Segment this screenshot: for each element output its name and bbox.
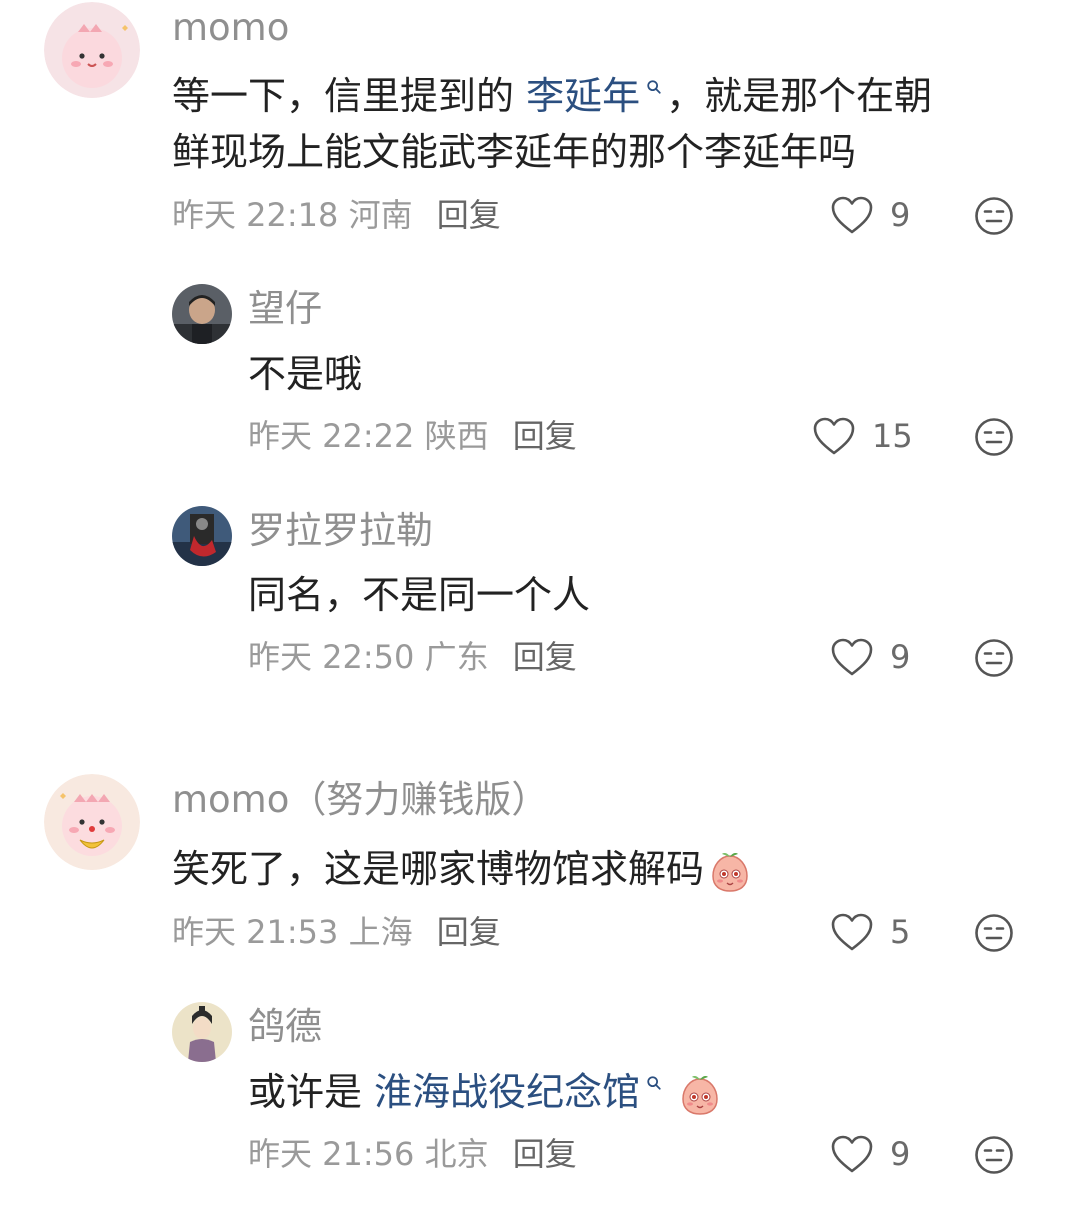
comment-author[interactable]: momo bbox=[172, 5, 289, 51]
reply-button[interactable]: 回复 bbox=[513, 1135, 577, 1173]
neutral-face-icon[interactable] bbox=[974, 196, 1014, 236]
like-count: 9 bbox=[890, 196, 911, 234]
comment-meta: 昨天 22:22 陕西 回复 bbox=[248, 416, 577, 456]
comment-meta: 昨天 22:50 广东 回复 bbox=[248, 637, 577, 677]
search-link[interactable]: 李延年 bbox=[526, 74, 640, 118]
comment-text-part: 笑死了，这是哪家博物馆求解码 bbox=[172, 847, 705, 891]
heart-outline-icon bbox=[812, 416, 856, 456]
reply-button[interactable]: 回复 bbox=[437, 196, 501, 234]
comment-text: 等一下，信里提到的 李延年 ，就是那个在朝 bbox=[172, 68, 932, 124]
comment-location: 广东 bbox=[424, 638, 489, 676]
like-button[interactable]: 9 bbox=[830, 637, 930, 677]
comment-location: 陕西 bbox=[424, 417, 489, 455]
heart-outline-icon bbox=[830, 195, 874, 235]
reply-button[interactable]: 回复 bbox=[437, 913, 501, 951]
like-button[interactable]: 9 bbox=[830, 195, 930, 235]
comment-author[interactable]: 罗拉罗拉勒 bbox=[248, 508, 433, 554]
like-button[interactable]: 9 bbox=[830, 1134, 930, 1174]
peach-emoji-icon bbox=[678, 1073, 722, 1117]
like-count: 9 bbox=[890, 1135, 911, 1173]
search-icon[interactable] bbox=[646, 79, 662, 95]
comment-location: 河南 bbox=[348, 196, 413, 234]
comment-text-part: ，就是那个在朝 bbox=[666, 74, 933, 118]
comment-author[interactable]: momo（努力赚钱版） bbox=[172, 777, 548, 823]
search-icon[interactable] bbox=[646, 1075, 662, 1091]
comment-text-line: 鲜现场上能文能武李延年的那个李延年吗 bbox=[172, 130, 857, 174]
comment-author[interactable]: 望仔 bbox=[248, 286, 322, 332]
avatar[interactable] bbox=[172, 284, 232, 344]
comment-text: 同名，不是同一个人 bbox=[248, 573, 591, 617]
avatar[interactable] bbox=[44, 774, 140, 870]
like-button[interactable]: 5 bbox=[830, 912, 930, 952]
like-count: 5 bbox=[890, 913, 911, 951]
search-link[interactable]: 淮海战役纪念馆 bbox=[374, 1070, 640, 1114]
avatar[interactable] bbox=[172, 1002, 232, 1062]
heart-outline-icon bbox=[830, 637, 874, 677]
comment-time: 昨天 22:50 bbox=[248, 638, 415, 676]
avatar[interactable] bbox=[172, 506, 232, 566]
like-count: 9 bbox=[890, 638, 911, 676]
heart-outline-icon bbox=[830, 912, 874, 952]
comment-time: 昨天 22:22 bbox=[248, 417, 415, 455]
comment-meta: 昨天 21:53 上海 回复 bbox=[172, 912, 501, 952]
comment-text: 笑死了，这是哪家博物馆求解码 bbox=[172, 841, 752, 897]
peach-emoji-icon bbox=[708, 850, 752, 894]
comment-time: 昨天 21:53 bbox=[172, 913, 339, 951]
comment-author[interactable]: 鸽德 bbox=[248, 1004, 322, 1050]
reply-button[interactable]: 回复 bbox=[513, 417, 577, 455]
comment-text-part: 或许是 bbox=[248, 1070, 375, 1114]
avatar[interactable] bbox=[44, 2, 140, 98]
heart-outline-icon bbox=[830, 1134, 874, 1174]
reply-button[interactable]: 回复 bbox=[513, 638, 577, 676]
comment-time: 昨天 21:56 bbox=[248, 1135, 415, 1173]
comment-time: 昨天 22:18 bbox=[172, 196, 339, 234]
neutral-face-icon[interactable] bbox=[974, 638, 1014, 678]
like-count: 15 bbox=[872, 417, 913, 455]
comment-location: 北京 bbox=[424, 1135, 489, 1173]
neutral-face-icon[interactable] bbox=[974, 913, 1014, 953]
comment-text-part: 等一下，信里提到的 bbox=[172, 74, 527, 118]
neutral-face-icon[interactable] bbox=[974, 1135, 1014, 1175]
comment-meta: 昨天 22:18 河南 回复 bbox=[172, 195, 501, 235]
like-button[interactable]: 15 bbox=[812, 416, 913, 456]
neutral-face-icon[interactable] bbox=[974, 417, 1014, 457]
comment-meta: 昨天 21:56 北京 回复 bbox=[248, 1134, 577, 1174]
comment-location: 上海 bbox=[348, 913, 413, 951]
comment-text: 或许是 淮海战役纪念馆 bbox=[248, 1064, 722, 1120]
comment-text: 不是哦 bbox=[248, 352, 363, 396]
